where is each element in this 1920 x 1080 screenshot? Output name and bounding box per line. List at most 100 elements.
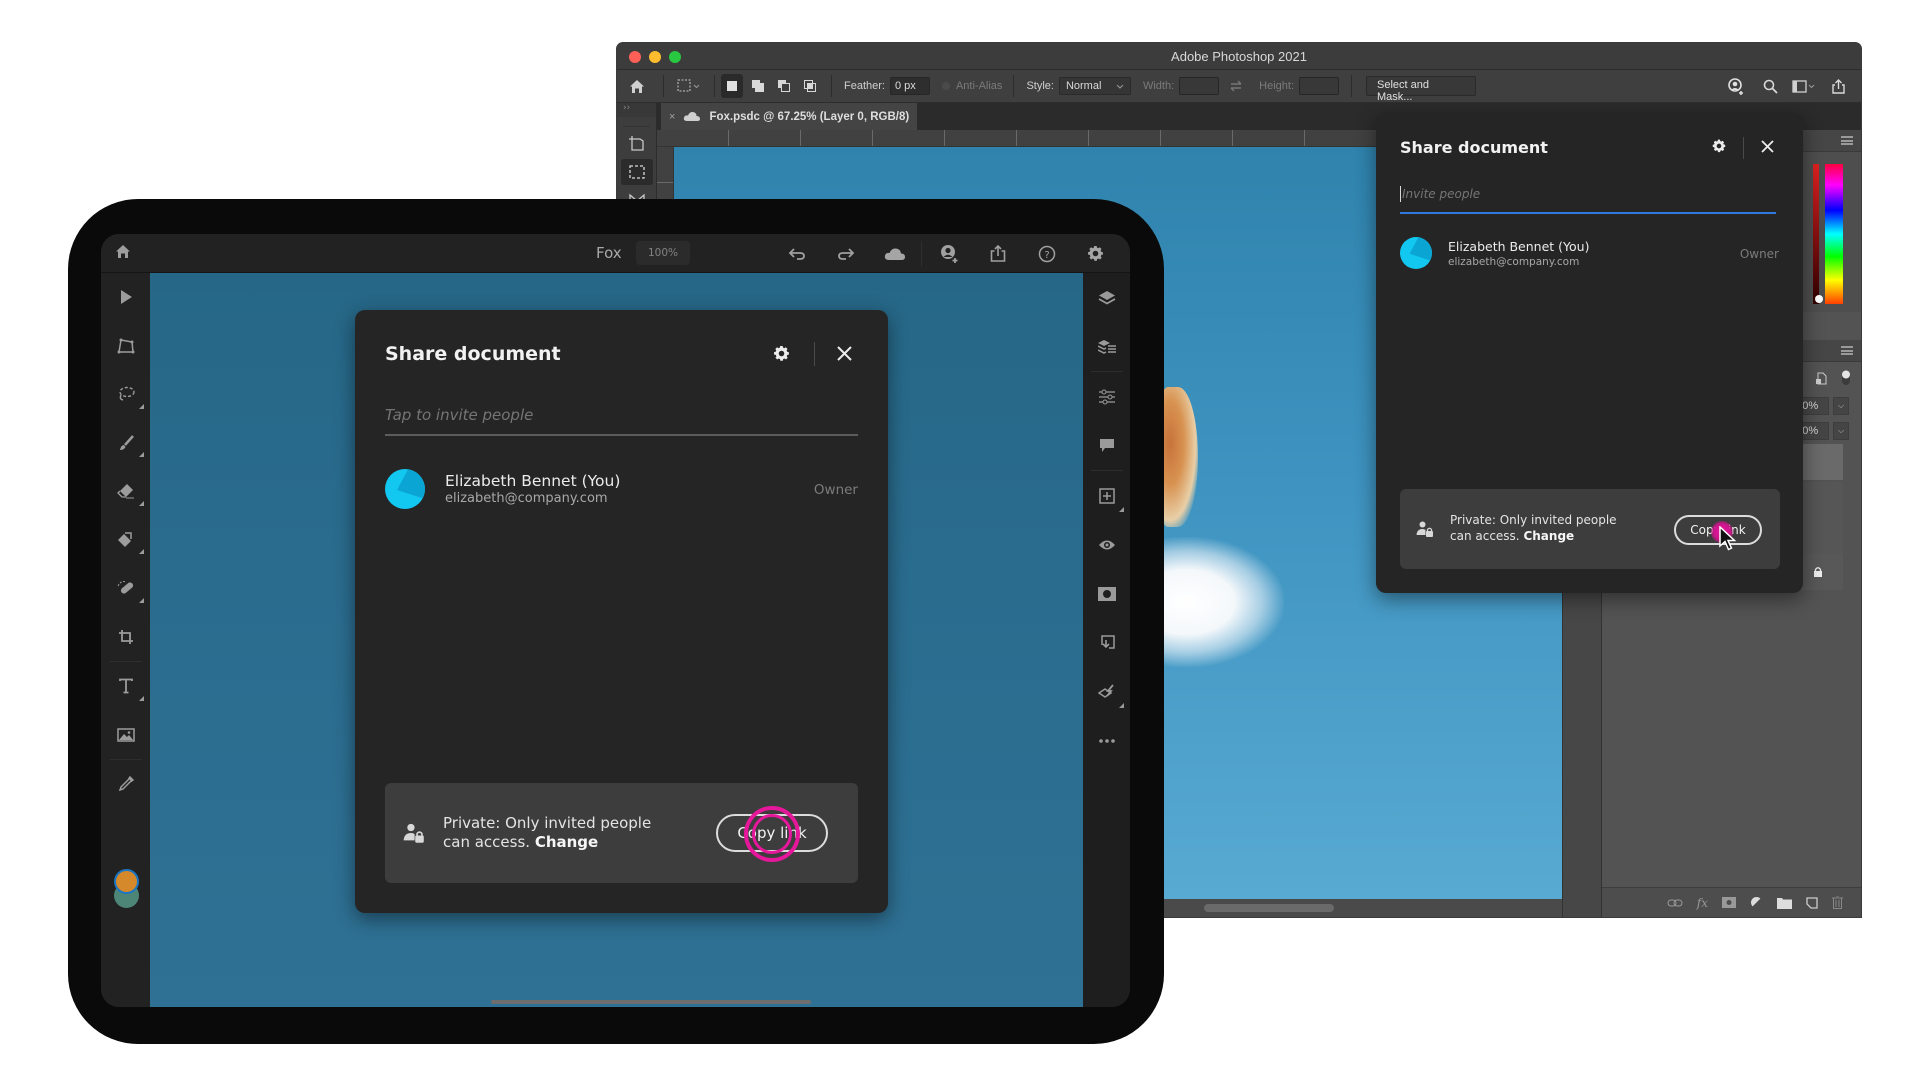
eraser-tool[interactable] — [101, 467, 150, 516]
hue-slider-handle[interactable] — [1815, 295, 1823, 303]
redo-button[interactable] — [821, 234, 870, 273]
add-to-selection-button[interactable] — [747, 74, 769, 98]
lock-all-toggle[interactable] — [1841, 370, 1851, 386]
layer-properties-button[interactable] — [1083, 322, 1130, 371]
new-selection-button[interactable] — [721, 74, 743, 98]
invite-input-underline — [385, 434, 858, 436]
workspace-button[interactable] — [1787, 70, 1821, 103]
intersect-selection-button[interactable] — [799, 74, 821, 98]
fill-tool[interactable] — [101, 516, 150, 565]
layers-button[interactable] — [1083, 273, 1130, 322]
invite-people-input[interactable] — [385, 406, 855, 424]
close-dialog-button[interactable] — [837, 346, 852, 361]
divider — [921, 240, 922, 267]
feather-input[interactable]: 0 px — [889, 77, 930, 95]
share-export-button[interactable] — [973, 234, 1022, 273]
anti-alias-checkbox[interactable] — [941, 82, 950, 90]
group-folder-icon[interactable] — [1777, 897, 1792, 909]
color-field[interactable] — [1813, 164, 1819, 304]
type-tool[interactable] — [101, 662, 150, 711]
close-tab-icon[interactable]: × — [669, 111, 675, 123]
fx-icon[interactable]: fx — [1697, 896, 1708, 910]
trash-icon[interactable] — [1832, 896, 1843, 909]
share-people-button[interactable] — [1719, 70, 1753, 103]
privacy-description: Private: Only invited people can access.… — [1450, 513, 1635, 544]
more-button[interactable] — [1083, 716, 1130, 765]
tool-preset-picker[interactable] — [670, 70, 708, 103]
adjustments-button[interactable] — [1083, 372, 1130, 421]
toolbar-grip[interactable] — [623, 117, 650, 127]
subtract-from-selection-button[interactable] — [773, 74, 795, 98]
title-bar: Adobe Photoshop 2021 — [617, 43, 1861, 70]
adjustment-icon[interactable] — [1750, 896, 1763, 909]
help-button[interactable]: ? — [1022, 234, 1071, 273]
effects-icon — [1097, 683, 1116, 700]
cloud-status-button[interactable] — [870, 234, 919, 273]
undo-button[interactable] — [772, 234, 821, 273]
add-layer-button[interactable] — [1083, 471, 1130, 520]
rect-marquee-tool[interactable] — [621, 159, 653, 185]
comments-icon — [1099, 438, 1115, 453]
hue-slider[interactable] — [1825, 164, 1843, 304]
transform-tool[interactable] — [101, 322, 150, 371]
collaborator-role: Owner — [1739, 247, 1779, 261]
change-privacy-link[interactable]: Change — [1523, 529, 1574, 543]
crop-tool[interactable] — [101, 613, 150, 662]
select-and-mask-button[interactable]: Select and Mask... — [1366, 76, 1476, 103]
change-privacy-link[interactable]: Change — [535, 833, 598, 851]
search-icon — [1763, 79, 1778, 94]
touch-indicator-inner — [752, 814, 792, 854]
collaborator-row: Elizabeth Bennet (You) elizabeth@company… — [385, 469, 620, 509]
share-settings-button[interactable] — [772, 344, 791, 363]
place-image-tool[interactable] — [101, 711, 150, 760]
healing-tool[interactable] — [101, 564, 150, 613]
document-tab[interactable]: × Fox.psdc @ 67.25% (Layer 0, RGB/8) — [661, 103, 917, 130]
comments-button[interactable] — [1083, 421, 1130, 470]
select-tool[interactable] — [101, 273, 150, 322]
panel-menu-icon[interactable] — [1841, 136, 1853, 145]
new-layer-icon[interactable] — [1806, 896, 1818, 909]
collapse-toolbar-button[interactable]: ›› — [617, 103, 656, 117]
share-settings-button[interactable] — [1711, 138, 1727, 154]
style-select[interactable]: Normal — [1058, 77, 1131, 95]
home-button[interactable] — [115, 244, 131, 259]
visibility-button[interactable] — [1083, 520, 1130, 569]
collaborator-name: Elizabeth Bennet (You) — [1448, 238, 1590, 254]
zoom-level[interactable]: 100% — [636, 241, 690, 265]
home-indicator[interactable] — [491, 1000, 811, 1004]
invite-people-input[interactable] — [1400, 187, 1780, 201]
brush-tool[interactable] — [101, 419, 150, 468]
fill-dropdown[interactable]: ⌵ — [1833, 422, 1849, 440]
swap-dimensions-icon[interactable] — [1229, 80, 1243, 92]
app-settings-button[interactable] — [1071, 234, 1120, 273]
document-tab-title: Fox.psdc @ 67.25% (Layer 0, RGB/8) — [709, 110, 910, 123]
eyedropper-icon — [118, 776, 134, 792]
home-button[interactable] — [617, 70, 657, 103]
foreground-color-swatch[interactable] — [114, 869, 139, 894]
lock-icon — [1813, 566, 1823, 578]
ipad-tools-panel — [101, 273, 150, 1007]
height-label: Height: — [1259, 80, 1294, 92]
panel-menu-icon[interactable] — [1841, 346, 1853, 355]
export-button[interactable] — [1821, 70, 1855, 103]
lasso-tool[interactable] — [101, 370, 150, 419]
eyedropper-tool[interactable] — [101, 760, 150, 809]
opacity-dropdown[interactable]: ⌵ — [1833, 397, 1849, 415]
height-input[interactable] — [1299, 77, 1339, 95]
search-button[interactable] — [1753, 70, 1787, 103]
lock-artboard-icon[interactable] — [1815, 372, 1827, 385]
clipping-button[interactable] — [1083, 618, 1130, 667]
more-icon — [1098, 738, 1116, 743]
desktop-share-dialog: Share document Elizabeth Bennet (You) el… — [1376, 113, 1803, 593]
share-export-icon — [990, 245, 1006, 262]
close-dialog-button[interactable] — [1761, 140, 1774, 153]
width-input[interactable] — [1179, 77, 1220, 95]
artboard-tool[interactable] — [621, 131, 653, 157]
invite-people-button[interactable] — [924, 234, 973, 273]
scrollbar-thumb[interactable] — [1204, 904, 1334, 912]
link-icon[interactable] — [1667, 899, 1683, 907]
ipad-share-dialog: Share document Elizabeth Bennet (You) el… — [355, 310, 888, 913]
effects-button[interactable] — [1083, 667, 1130, 716]
mask-icon[interactable] — [1722, 897, 1736, 908]
mask-button[interactable] — [1083, 569, 1130, 618]
